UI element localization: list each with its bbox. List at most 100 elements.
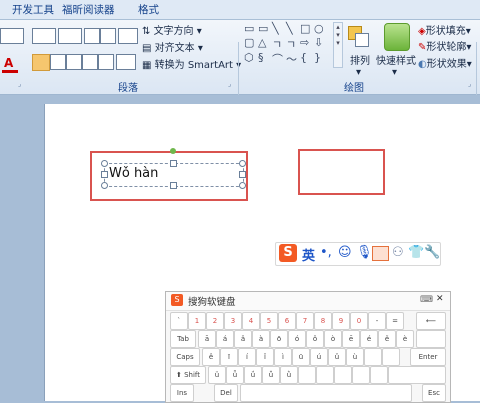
arrow-right-shape-icon[interactable]: ⇨ — [300, 36, 309, 49]
convert-smartart-button[interactable]: ▦ 转换为 SmartArt ▾ — [142, 56, 241, 71]
decrease-indent-icon[interactable] — [84, 28, 100, 44]
indent-icon[interactable] — [0, 28, 24, 44]
font-color-icon[interactable]: A — [4, 56, 13, 70]
brace-right-icon[interactable]: } — [314, 51, 321, 64]
key[interactable]: 4 — [242, 312, 260, 330]
skin-icon[interactable]: 👕 — [408, 245, 424, 260]
users-icon[interactable]: ⚇ — [392, 245, 404, 260]
key[interactable]: ǔ — [328, 348, 346, 366]
arrange-button[interactable]: 排列 ▾ — [350, 52, 370, 78]
align-right-icon[interactable] — [66, 54, 82, 70]
arc-shape-icon[interactable]: ⌒ — [272, 51, 283, 67]
mode-toggle[interactable]: 英 — [302, 245, 315, 264]
key[interactable]: ǒ — [306, 330, 324, 348]
resize-handle[interactable] — [239, 171, 246, 178]
tab-format[interactable]: 格式 — [132, 2, 165, 18]
microphone-icon[interactable]: 🎙 — [356, 245, 373, 260]
rectangle-shape-icon[interactable]: □ — [300, 22, 310, 35]
key[interactable]: ǚ — [262, 366, 280, 384]
resize-handle[interactable] — [101, 182, 108, 189]
quick-styles-button[interactable]: 快速样式 ▾ — [376, 52, 416, 78]
keyboard-layout-icon[interactable]: ⌨ — [420, 295, 433, 305]
key[interactable] — [334, 366, 352, 384]
key[interactable]: 7 — [296, 312, 314, 330]
dialog-launcher-icon[interactable]: ⌟ — [18, 80, 21, 88]
align-center-icon[interactable] — [50, 54, 66, 70]
line-shape-icon[interactable]: ╲ — [272, 22, 279, 35]
key[interactable]: ǐ — [256, 348, 274, 366]
key[interactable]: ī — [220, 348, 238, 366]
freeform-icon[interactable]: § — [258, 51, 264, 64]
bullets-icon[interactable] — [32, 28, 56, 44]
key[interactable]: 2 — [206, 312, 224, 330]
align-left-icon[interactable] — [32, 54, 50, 71]
align-text-button[interactable]: ▤ 对齐文本 ▾ — [142, 39, 203, 54]
brace-left-icon[interactable]: { — [300, 51, 307, 64]
key[interactable]: 1 — [188, 312, 206, 330]
key[interactable] — [416, 330, 446, 348]
key[interactable] — [364, 348, 382, 366]
tab-developer[interactable]: 开发工具 — [6, 2, 60, 18]
insert-key[interactable]: Ins — [170, 384, 194, 402]
key[interactable]: ě — [378, 330, 396, 348]
space-key[interactable] — [240, 384, 412, 402]
key[interactable]: ò — [324, 330, 342, 348]
triangle-shape-icon[interactable]: △ — [258, 36, 266, 49]
key[interactable]: 3 — [224, 312, 242, 330]
key[interactable]: á — [216, 330, 234, 348]
resize-handle[interactable] — [170, 182, 177, 189]
resize-handle[interactable] — [101, 160, 108, 167]
distributed-icon[interactable] — [98, 54, 114, 70]
dialog-launcher-icon[interactable]: ⌟ — [468, 80, 471, 88]
dialog-launcher-icon[interactable]: ⌟ — [228, 80, 231, 88]
key[interactable]: 5 — [260, 312, 278, 330]
key[interactable]: ū — [292, 348, 310, 366]
escape-key[interactable]: Esc — [422, 384, 446, 402]
hexagon-shape-icon[interactable]: ⬡ — [244, 51, 254, 64]
delete-key[interactable]: Del — [214, 384, 238, 402]
key[interactable]: é — [360, 330, 378, 348]
enter-key[interactable]: Enter — [410, 348, 446, 366]
settings-wrench-icon[interactable]: 🔧 — [424, 245, 440, 260]
caps-lock-key[interactable]: Caps — [170, 348, 200, 366]
sogou-logo-icon[interactable]: S — [279, 244, 297, 262]
key[interactable] — [382, 348, 400, 366]
key[interactable]: ā — [198, 330, 216, 348]
punctuation-toggle[interactable]: •, — [320, 245, 332, 260]
key[interactable]: = — [386, 312, 404, 330]
key[interactable]: 8 — [314, 312, 332, 330]
key[interactable] — [298, 366, 316, 384]
columns-icon[interactable] — [116, 54, 136, 70]
close-icon[interactable]: ✕ — [436, 294, 444, 304]
key[interactable]: 9 — [332, 312, 350, 330]
resize-handle[interactable] — [239, 182, 246, 189]
red-rectangle-shape[interactable] — [298, 149, 385, 195]
key[interactable]: ù — [346, 348, 364, 366]
shape-effects-button[interactable]: ◐形状效果▾ — [418, 55, 472, 70]
connector-icon[interactable]: ㄱ — [286, 36, 296, 52]
key[interactable]: ü — [208, 366, 226, 384]
textbox-shape-icon[interactable]: ▭ — [244, 22, 254, 35]
key[interactable]: ō — [270, 330, 288, 348]
shift-key[interactable]: ⬆ Shift — [170, 366, 206, 384]
key[interactable]: ǜ — [280, 366, 298, 384]
resize-handle[interactable] — [170, 160, 177, 167]
key[interactable]: ē — [342, 330, 360, 348]
resize-handle[interactable] — [101, 171, 108, 178]
key[interactable]: 0 — [350, 312, 368, 330]
key[interactable] — [388, 366, 446, 384]
shape-fill-button[interactable]: ◈形状填充▾ — [418, 22, 471, 37]
key[interactable]: ì — [274, 348, 292, 366]
line-spacing-icon[interactable] — [118, 28, 138, 44]
tab-foxit-reader[interactable]: 福昕阅读器 — [56, 2, 121, 18]
resize-handle[interactable] — [239, 160, 246, 167]
key[interactable]: ` — [170, 312, 188, 330]
numbering-icon[interactable] — [58, 28, 82, 44]
key[interactable]: ǘ — [244, 366, 262, 384]
oval-shape-icon[interactable]: ○ — [314, 22, 324, 35]
textbox-content[interactable]: Wǒ hàn — [109, 166, 158, 181]
key[interactable]: ú — [310, 348, 328, 366]
key[interactable]: - — [368, 312, 386, 330]
tab-key[interactable]: Tab — [170, 330, 196, 348]
rotate-handle[interactable] — [170, 148, 176, 154]
